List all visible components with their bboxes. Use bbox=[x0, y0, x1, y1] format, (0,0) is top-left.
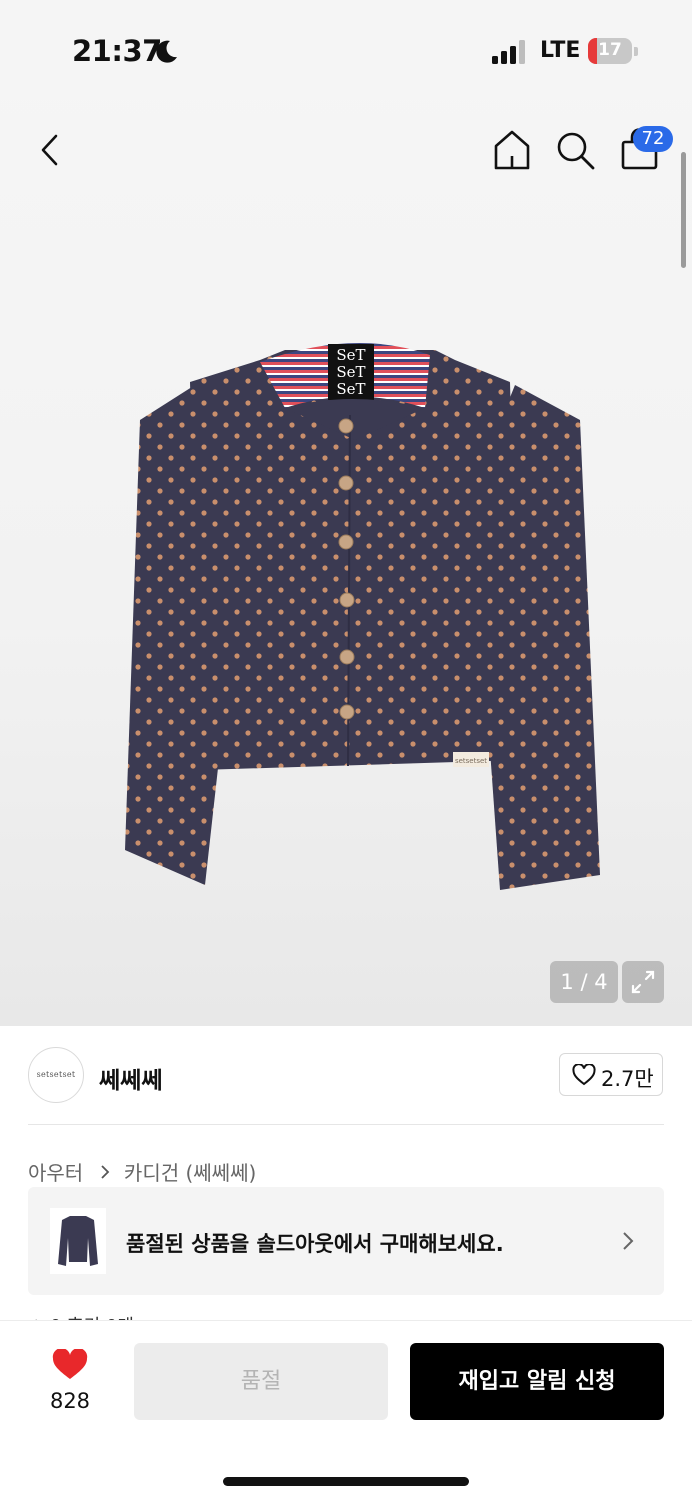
divider bbox=[28, 1124, 664, 1125]
do-not-disturb-moon-icon bbox=[156, 40, 177, 63]
cart-count-badge: 72 bbox=[633, 126, 673, 152]
cellular-signal-icon bbox=[492, 40, 525, 64]
battery-icon: 17 bbox=[588, 38, 638, 64]
wishlist-count: 828 bbox=[49, 1389, 91, 1413]
brand-logo[interactable]: setsetset bbox=[28, 1047, 84, 1103]
soldout-banner-text: 품절된 상품을 솔드아웃에서 구매해보세요. bbox=[126, 1232, 504, 1256]
product-photo-cardigan: SeT SeT SeT setsetset bbox=[125, 343, 600, 890]
expand-icon bbox=[631, 970, 655, 994]
chevron-right-icon bbox=[100, 1164, 109, 1179]
soldout-marketplace-banner[interactable]: 품절된 상품을 솔드아웃에서 구매해보세요. bbox=[28, 1187, 664, 1295]
status-time: 21:37 bbox=[72, 34, 162, 68]
neck-tag-line: SeT bbox=[336, 346, 365, 364]
wishlist-button[interactable]: 828 bbox=[28, 1343, 112, 1423]
brand-like-count: 2.7만 bbox=[601, 1067, 654, 1091]
chevron-left-icon bbox=[41, 134, 58, 166]
brand-like-button[interactable]: 2.7만 bbox=[559, 1053, 663, 1096]
heart-outline-icon bbox=[572, 1064, 596, 1086]
home-icon bbox=[494, 130, 530, 170]
home-indicator bbox=[223, 1477, 469, 1486]
breadcrumb-category[interactable]: 아우터 bbox=[28, 1161, 83, 1185]
search-icon bbox=[557, 132, 595, 170]
neck-tag-line: SeT bbox=[336, 380, 365, 398]
bottom-action-bar: 828 품절 재입고 알림 신청 bbox=[0, 1320, 692, 1500]
brand-name[interactable]: 쎄쎄쎄 bbox=[99, 1061, 162, 1095]
back-button[interactable] bbox=[28, 126, 76, 174]
restock-alert-button[interactable]: 재입고 알림 신청 bbox=[410, 1343, 664, 1420]
neck-tag-line: SeT bbox=[336, 363, 365, 381]
expand-image-button[interactable] bbox=[622, 961, 664, 1003]
hem-label: setsetset bbox=[455, 757, 487, 765]
battery-level: 17 bbox=[598, 40, 622, 60]
chevron-right-icon bbox=[623, 1232, 634, 1250]
search-button[interactable] bbox=[551, 126, 599, 174]
status-bar: 21:37 LTE 17 bbox=[0, 0, 692, 100]
breadcrumb: 아우터 카디건 (쎄쎄쎄) bbox=[28, 1157, 256, 1186]
product-thumbnail bbox=[50, 1208, 106, 1274]
top-navigation: 72 bbox=[0, 110, 692, 190]
breadcrumb-subcategory[interactable]: 카디건 (쎄쎄쎄) bbox=[124, 1161, 256, 1185]
network-type: LTE bbox=[540, 38, 581, 63]
soldout-button[interactable]: 품절 bbox=[134, 1343, 388, 1420]
image-page-indicator: 1 / 4 bbox=[550, 961, 618, 1003]
brand-row: setsetset 쎄쎄쎄 2.7만 bbox=[0, 1026, 692, 1126]
heart-filled-icon bbox=[52, 1349, 88, 1379]
home-button[interactable] bbox=[488, 126, 536, 174]
